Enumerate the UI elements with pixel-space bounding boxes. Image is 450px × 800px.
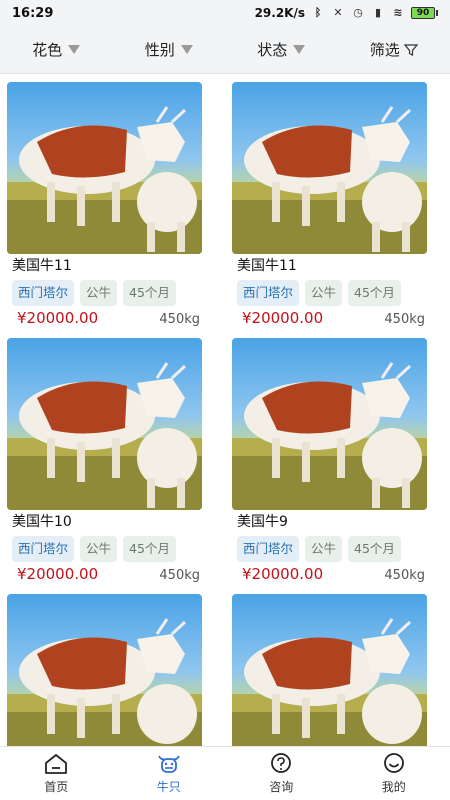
bluetooth-icon: ᛒ [314, 6, 322, 19]
alarm-icon: ◷ [353, 6, 363, 19]
cattle-tags: 西门塔尔 公牛 45个月 [7, 536, 202, 562]
bottom-tab-bar: 首页 牛只 咨询 我的 [0, 746, 450, 800]
cattle-name: 美国牛9 [237, 514, 288, 530]
cattle-tags: 西门塔尔 公牛 45个月 [232, 536, 427, 562]
filter-advanced-label: 筛选 [369, 41, 400, 59]
battery-tip [436, 10, 438, 16]
cattle-photo [232, 82, 427, 254]
price-row: ¥20000.00 450kg [232, 309, 427, 327]
cattle-name: 美国牛11 [237, 258, 297, 274]
price-row: ¥20000.00 450kg [7, 309, 202, 327]
cattle-card[interactable] [7, 594, 202, 746]
tab-consult-label: 咨询 [269, 780, 294, 794]
sex-tag: 公牛 [305, 280, 343, 306]
network-speed: 29.2K/s [254, 6, 305, 20]
filter-advanced[interactable]: 筛选 [338, 39, 450, 60]
weight: 450kg [159, 568, 200, 583]
breed-tag: 西门塔尔 [12, 536, 75, 562]
age-tag: 45个月 [123, 280, 176, 306]
cattle-photo [7, 82, 202, 254]
age-tag: 45个月 [348, 280, 401, 306]
tab-cattle[interactable]: 牛只 [113, 747, 226, 800]
breed-tag: 西门塔尔 [12, 280, 75, 306]
triangle-down-icon [68, 45, 81, 54]
status-time: 16:29 [12, 5, 54, 21]
price-row: ¥20000.00 450kg [232, 565, 427, 583]
signal-icon: ▮ [374, 6, 382, 19]
price-row: ¥20000.00 450kg [7, 565, 202, 583]
cattle-grid: 美国牛11 西门塔尔 公牛 45个月 ¥20000.00 450kg 美国牛11… [0, 74, 450, 746]
age-tag: 45个月 [123, 536, 176, 562]
cattle-name: 美国牛10 [12, 514, 72, 530]
filter-color[interactable]: 花色 [0, 39, 113, 60]
breed-tag: 西门塔尔 [237, 536, 300, 562]
triangle-down-icon [180, 45, 193, 54]
tab-mine-label: 我的 [381, 780, 406, 794]
battery-icon: 90 [411, 7, 435, 19]
filter-bar: 花色 性别 状态 筛选 [0, 26, 450, 74]
triangle-down-icon [293, 45, 306, 54]
smile-icon [383, 753, 404, 773]
price: ¥20000.00 [242, 565, 324, 583]
weight: 450kg [159, 312, 200, 327]
filter-sex-label: 性别 [144, 41, 175, 59]
weight: 450kg [384, 568, 425, 583]
filter-status-label: 状态 [257, 41, 288, 59]
tab-mine[interactable]: 我的 [338, 747, 450, 800]
status-icons: 29.2K/s ᛒ ✕ ◷ ▮ ≋ 90 [255, 6, 438, 20]
home-icon [45, 754, 68, 774]
sex-tag: 公牛 [305, 536, 343, 562]
cattle-photo [7, 594, 202, 746]
cattle-tags: 西门塔尔 公牛 45个月 [232, 280, 427, 306]
price: ¥20000.00 [17, 309, 99, 327]
price: ¥20000.00 [242, 309, 324, 327]
cattle-card[interactable]: 美国牛9 西门塔尔 公牛 45个月 ¥20000.00 450kg [232, 338, 427, 583]
filter-status[interactable]: 状态 [225, 39, 338, 60]
mute-icon: ✕ [333, 6, 343, 19]
filter-icon [403, 43, 418, 56]
filter-sex[interactable]: 性别 [113, 39, 226, 60]
cattle-card[interactable]: 美国牛11 西门塔尔 公牛 45个月 ¥20000.00 450kg [7, 82, 202, 327]
cow-icon [157, 755, 180, 773]
tab-cattle-label: 牛只 [156, 780, 181, 794]
question-icon [271, 753, 292, 773]
status-bar: 16:29 29.2K/s ᛒ ✕ ◷ ▮ ≋ 90 [0, 0, 450, 26]
cattle-photo [7, 338, 202, 510]
wifi-icon: ≋ [393, 6, 403, 19]
tab-consult[interactable]: 咨询 [225, 747, 338, 800]
age-tag: 45个月 [348, 536, 401, 562]
breed-tag: 西门塔尔 [237, 280, 300, 306]
cattle-card[interactable]: 美国牛10 西门塔尔 公牛 45个月 ¥20000.00 450kg [7, 338, 202, 583]
cattle-photo [232, 338, 427, 510]
cattle-card[interactable] [232, 594, 427, 746]
cattle-tags: 西门塔尔 公牛 45个月 [7, 280, 202, 306]
filter-color-label: 花色 [32, 41, 63, 59]
tab-home-label: 首页 [44, 780, 69, 794]
price: ¥20000.00 [17, 565, 99, 583]
cattle-name: 美国牛11 [12, 258, 72, 274]
tab-home[interactable]: 首页 [0, 747, 113, 800]
cattle-card[interactable]: 美国牛11 西门塔尔 公牛 45个月 ¥20000.00 450kg [232, 82, 427, 327]
weight: 450kg [384, 312, 425, 327]
sex-tag: 公牛 [80, 536, 118, 562]
sex-tag: 公牛 [80, 280, 118, 306]
cattle-photo [232, 594, 427, 746]
